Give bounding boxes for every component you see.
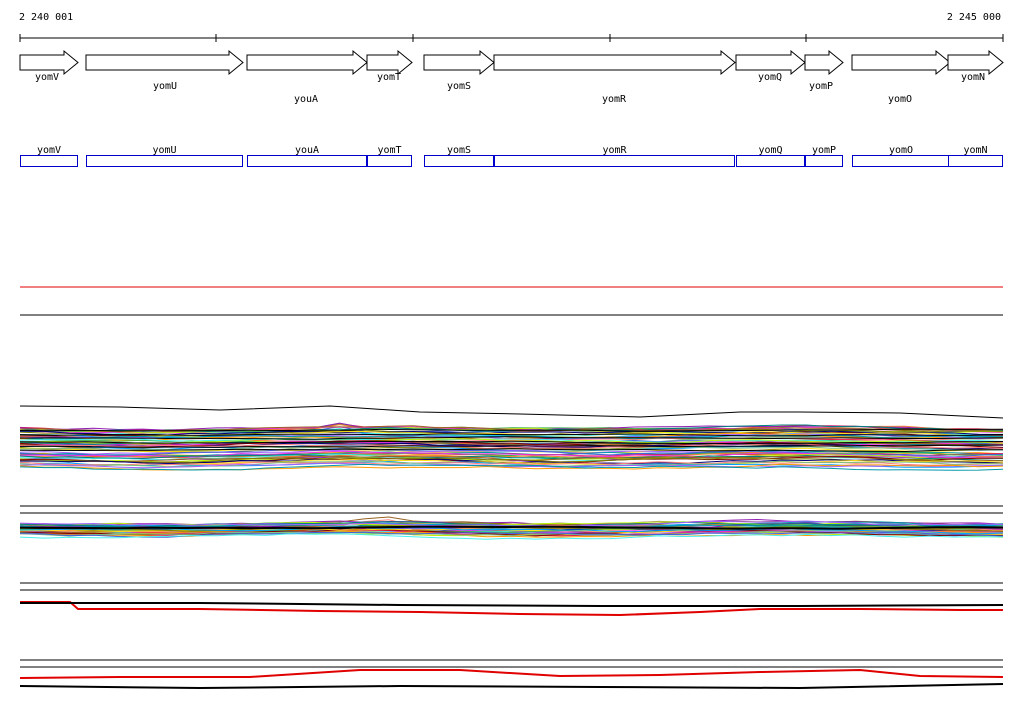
profile-line [19, 405, 1004, 419]
gene-arrow-label: yomR [602, 94, 627, 105]
gene-box-label: yomP [812, 145, 836, 156]
ruler-end-coordinate: 2 245 000 [946, 12, 1001, 23]
expression-profile-track-4 [19, 666, 1004, 690]
gene-arrow-yomr[interactable]: yomR [493, 49, 736, 105]
gene-box-label: youA [295, 145, 319, 156]
gene-box-label: yomU [152, 145, 176, 156]
gene-box-label: yomV [37, 145, 61, 156]
gene-box-yomn[interactable]: yomN [948, 145, 1003, 167]
coordinate-ruler [19, 34, 1004, 42]
gene-box-yomt[interactable]: yomT [367, 145, 412, 167]
gene-box-label: yomO [889, 145, 913, 156]
gene-arrow-yomv[interactable]: yomV [19, 49, 79, 83]
gene-box-label: yomN [963, 145, 987, 156]
gene-arrow-yomp[interactable]: yomP [804, 49, 844, 92]
gene-arrow-label: yomV [35, 72, 59, 83]
ruler-start-coordinate: 2 240 001 [19, 12, 74, 23]
gene-arrow-label: youA [294, 94, 318, 105]
gene-box-yoms[interactable]: yomS [424, 145, 494, 167]
gene-arrow-label: yomS [447, 81, 471, 92]
gene-arrow-yomn[interactable]: yomN [947, 49, 1004, 83]
gene-arrow-label: yomQ [758, 72, 782, 83]
gene-box-label: yomQ [758, 145, 782, 156]
gene-box-yomq[interactable]: yomQ [736, 145, 805, 167]
expression-profile-track-2 [19, 512, 1004, 584]
profile-line [19, 668, 1004, 679]
gene-box-label: yomT [377, 145, 401, 156]
gene-box-youa[interactable]: youA [247, 145, 367, 167]
profile-line [19, 683, 1004, 690]
gene-arrow-track: yomV yomU youA yomT yomS yomR yomQ yomP yomO yomN [19, 49, 1004, 105]
genome-tracks-canvas: yomV yomU youA yomT yomS yomR yomQ yomP yomO yomN… [19, 34, 1004, 690]
gene-arrow-label: yomU [153, 81, 177, 92]
gene-box-label: yomR [602, 145, 627, 156]
genome-browser-viewer: 2 240 001 2 245 000 yomV yomU youA yomT yomS… [0, 0, 1024, 714]
gene-box-yomu[interactable]: yomU [86, 145, 243, 167]
gene-arrow-label: yomT [377, 72, 401, 83]
gene-arrow-yomq[interactable]: yomQ [735, 49, 806, 83]
gene-arrow-label: yomP [809, 81, 833, 92]
gene-arrow-label: yomO [888, 94, 912, 105]
gene-arrow-yomu[interactable]: yomU [85, 49, 244, 92]
gene-arrow-youa[interactable]: youA [246, 49, 368, 105]
gene-box-yomv[interactable]: yomV [20, 145, 78, 167]
gene-arrow-yomt[interactable]: yomT [366, 49, 413, 83]
gene-box-yomr[interactable]: yomR [494, 145, 735, 167]
gene-box-yomp[interactable]: yomP [805, 145, 843, 167]
gene-box-track: yomV yomU youA yomT yomS yomR yomQ yomP yomO yomN [20, 145, 1003, 167]
gene-box-label: yomS [447, 145, 471, 156]
gene-arrow-label: yomN [961, 72, 985, 83]
expression-profile-track-3 [20, 589, 1004, 661]
expression-profile-track-1 [19, 405, 1004, 507]
profile-line [20, 602, 1004, 607]
gene-box-yomo[interactable]: yomO [852, 145, 950, 167]
gene-arrow-yoms[interactable]: yomS [423, 49, 495, 92]
gene-arrow-yomo[interactable]: yomO [851, 49, 951, 105]
